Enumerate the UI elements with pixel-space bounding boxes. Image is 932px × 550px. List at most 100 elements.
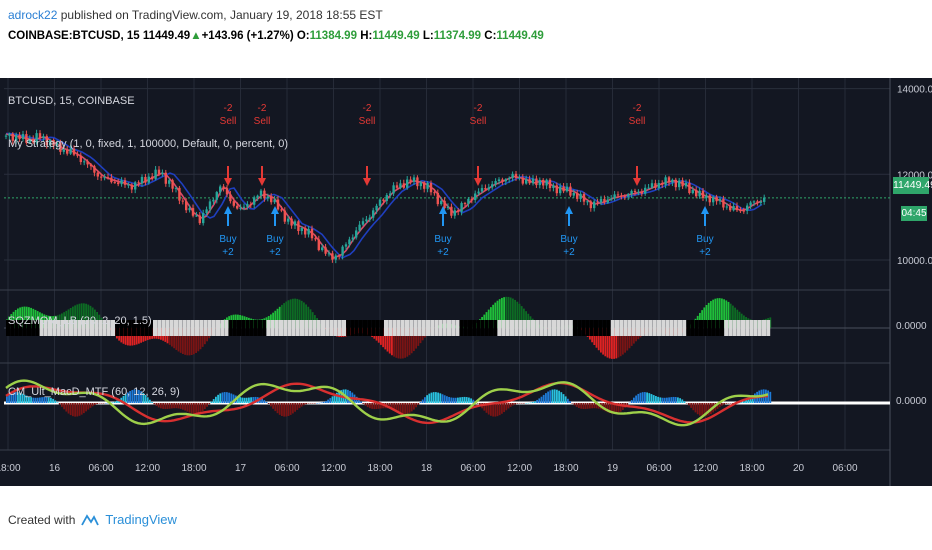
candle-body	[191, 208, 195, 216]
squeeze-dot	[514, 320, 519, 336]
macd-hist-bar	[369, 403, 371, 409]
macd-hist-bar	[63, 403, 65, 410]
macd-hist-bar	[492, 403, 494, 417]
candle-body	[497, 179, 501, 182]
macd-hist-bar	[91, 403, 94, 407]
candle-body	[120, 180, 123, 185]
candle-body	[504, 179, 507, 182]
macd-hist-bar	[476, 403, 479, 404]
squeeze-dot	[400, 320, 405, 336]
macd-hist-bar	[314, 403, 316, 404]
chart-area[interactable]: -2 Sell -2 Sell -2 Sell -2 Sell -2 Sell Buy +2 Buy +2…	[0, 78, 932, 486]
squeeze-dot	[358, 320, 363, 336]
sell-signal-qty: -2	[633, 103, 642, 114]
macd-hist-bar	[677, 397, 679, 403]
macd-hist-bar	[32, 397, 35, 403]
macd-hist-bar	[366, 403, 369, 408]
candle-body	[644, 187, 647, 194]
sell-signal-label: Sell	[359, 116, 376, 127]
macd-hist-bar	[179, 403, 182, 409]
squeeze-dot	[224, 320, 229, 336]
candle-body	[249, 204, 252, 206]
candle-body	[576, 192, 579, 199]
price-axis-label: 10000.00	[897, 256, 932, 267]
macd-hist-bar	[672, 396, 675, 403]
macd-hist-bar	[65, 403, 68, 412]
macd-hist-bar	[542, 394, 545, 403]
candle-body	[603, 198, 606, 203]
candle-body	[725, 206, 728, 208]
macd-hist-bar	[463, 396, 466, 403]
macd-hist-bar	[648, 393, 651, 403]
macd-hist-bar	[406, 403, 409, 414]
candle-body	[242, 206, 246, 208]
candle-body	[236, 205, 239, 209]
squeeze-dot	[694, 320, 699, 336]
candle-body	[746, 205, 749, 211]
macd-hist-bar	[679, 398, 681, 403]
squeeze-dot	[153, 320, 157, 336]
squeeze-dot	[237, 320, 241, 336]
macd-hist-bar	[670, 397, 673, 403]
macd-hist-bar	[688, 403, 690, 406]
squeeze-dot	[745, 320, 750, 336]
squeeze-dot	[442, 320, 447, 336]
macd-hist-bar	[534, 401, 536, 403]
macd-hist-bar	[157, 403, 160, 408]
macd-hist-bar	[195, 403, 197, 414]
macd-hist-bar	[276, 403, 279, 414]
sell-signal-label: Sell	[629, 116, 646, 127]
ma-slow-line	[6, 132, 763, 259]
candle-body	[402, 183, 405, 188]
candle-body	[749, 202, 752, 206]
squeeze-dot	[258, 320, 262, 336]
time-axis-label: 16	[49, 463, 61, 474]
squeeze-dot	[312, 320, 317, 336]
macd-hist-bar	[226, 392, 228, 403]
squeeze-dot	[657, 320, 661, 336]
macd-hist-bar	[435, 392, 437, 403]
tradingview-brand-link[interactable]: TradingView	[105, 512, 177, 527]
macd-hist-bar	[571, 403, 574, 404]
candle-body	[140, 176, 144, 184]
macd-hist-bar	[274, 403, 277, 412]
squeeze-dot	[447, 320, 451, 336]
macd-hist-bar	[212, 399, 215, 403]
squeeze-dot	[379, 320, 384, 336]
macd-hist-bar	[102, 403, 105, 404]
macd-hist-bar	[72, 403, 74, 417]
macd-hist-bar	[375, 403, 378, 410]
author-link[interactable]: adrock22	[8, 8, 57, 22]
candle-body	[463, 203, 467, 205]
macd-hist-bar	[432, 392, 435, 403]
sell-arrow-icon	[258, 178, 266, 186]
macd-hist-bar	[494, 403, 497, 417]
macd-hist-bar	[661, 397, 664, 403]
macd-hist-bar	[362, 403, 365, 404]
macd-hist-bar	[239, 397, 241, 403]
candle-body	[633, 190, 637, 193]
macd-scale-label: 0.0000	[896, 396, 927, 407]
squeeze-dot	[316, 320, 321, 336]
time-axis-label: 12:00	[693, 463, 718, 474]
candle-body	[712, 196, 715, 203]
buy-signal-label: Buy	[219, 234, 236, 245]
candle-body	[310, 228, 314, 239]
squeeze-dot	[615, 320, 619, 336]
macd-hist-bar	[166, 403, 169, 409]
candle-body	[392, 185, 395, 194]
candle-body	[562, 186, 565, 192]
candle-body	[351, 237, 354, 240]
squeeze-dot	[577, 320, 582, 336]
candle-body	[708, 195, 711, 203]
candle-body	[525, 179, 528, 184]
time-axis-label: 18:00	[553, 463, 578, 474]
candle-body	[219, 186, 222, 193]
macd-hist-bar	[448, 396, 450, 403]
squeeze-dot	[426, 320, 430, 336]
candle-body	[225, 188, 229, 195]
squeeze-dot	[564, 320, 569, 336]
candle-body	[164, 172, 167, 184]
buy-signal-qty: +2	[699, 247, 711, 258]
candle-body	[582, 193, 586, 202]
